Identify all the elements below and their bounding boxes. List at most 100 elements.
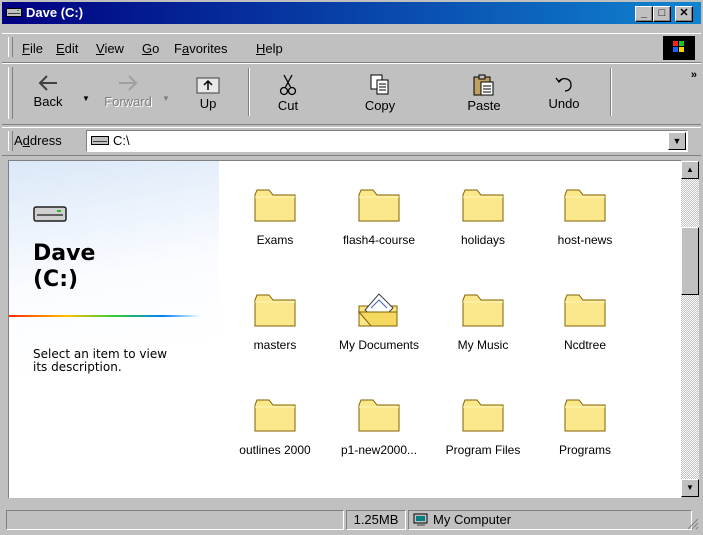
my-computer-icon <box>413 513 428 526</box>
folder-icon <box>564 294 606 327</box>
menu-go-rest: o <box>152 41 160 56</box>
folder-item[interactable]: flash4-course <box>327 187 431 273</box>
copy-button[interactable]: Copy <box>350 68 410 120</box>
undo-label: Undo <box>548 96 580 111</box>
folder-label: Programs <box>558 443 611 457</box>
up-label: Up <box>199 96 217 111</box>
drive-icon <box>6 8 22 17</box>
scroll-thumb[interactable] <box>681 227 699 295</box>
folder-icon <box>358 399 400 432</box>
up-folder-icon <box>196 77 220 94</box>
folder-item[interactable]: My Music <box>431 292 535 378</box>
paste-label: Paste <box>467 98 501 113</box>
drive-title-line2: (C:) <box>33 267 79 292</box>
menu-favorites-rest: vorites <box>189 41 228 56</box>
menu-edit-mnemonic: E <box>56 41 65 56</box>
forward-dropdown-icon[interactable]: ▼ <box>162 94 170 103</box>
forward-button[interactable]: Forward <box>98 68 158 120</box>
folder-icon <box>254 189 296 222</box>
folder-icon <box>462 189 504 222</box>
folder-label: p1-new2000... <box>340 443 418 457</box>
menu-file-mnemonic: F <box>22 41 30 56</box>
item-description: Select an item to view its description. <box>33 347 168 374</box>
paste-button[interactable]: Paste <box>454 68 514 120</box>
cut-button[interactable]: Cut <box>258 68 318 120</box>
menu-edit[interactable]: Edit <box>56 41 78 56</box>
toolbar-grip[interactable] <box>8 67 13 119</box>
folder-item[interactable]: holidays <box>431 187 535 273</box>
address-bar: Address C:\ ▼ <box>2 127 701 156</box>
toolbar-separator-end <box>610 68 612 116</box>
back-dropdown-icon[interactable]: ▼ <box>82 94 90 103</box>
folder-icon <box>564 189 606 222</box>
menu-file[interactable]: File <box>22 41 43 56</box>
title-bar[interactable]: Dave (C:) _ □ ✕ <box>2 2 701 24</box>
folder-label: outlines 2000 <box>239 443 311 457</box>
folder-label: Ncdtree <box>563 338 607 352</box>
folder-item[interactable]: masters <box>223 292 327 378</box>
standard-toolbar: Back ▼ Forward ▼ Up Cut Copy Paste Undo … <box>2 63 701 125</box>
menu-grip[interactable] <box>8 37 13 57</box>
folder-item[interactable]: Ncdtree <box>533 292 637 378</box>
folder-item[interactable]: Exams <box>223 187 327 273</box>
folder-item[interactable]: outlines 2000 <box>223 397 327 483</box>
close-button[interactable]: ✕ <box>675 6 693 22</box>
hard-drive-icon <box>33 206 67 222</box>
resize-grip-icon[interactable] <box>687 518 699 530</box>
status-pane-text <box>6 510 344 530</box>
maximize-button[interactable]: □ <box>653 6 671 22</box>
clipboard-icon <box>473 74 494 96</box>
folder-label: Program Files <box>445 443 521 457</box>
address-label-rest: dress <box>29 133 62 148</box>
my-documents-item[interactable]: My Documents <box>327 292 431 378</box>
scroll-down-button[interactable]: ▼ <box>681 479 699 497</box>
folder-label: flash4-course <box>342 233 416 247</box>
menu-favorites[interactable]: Favorites <box>174 41 227 56</box>
folder-item[interactable]: Program Files <box>431 397 535 483</box>
back-button[interactable]: Back <box>18 68 78 120</box>
menu-bar: File Edit View Go Favorites Help <box>2 33 701 63</box>
back-arrow-icon <box>38 75 57 91</box>
panel-divider <box>9 315 201 317</box>
folder-icon <box>462 294 504 327</box>
menu-go[interactable]: Go <box>142 41 159 56</box>
menu-favorites-pre: F <box>174 41 182 56</box>
scroll-up-button[interactable]: ▲ <box>681 161 699 179</box>
web-view-panel: Dave (C:) Select an item to view its des… <box>9 161 219 498</box>
menu-help[interactable]: Help <box>256 41 283 56</box>
folder-item[interactable]: host-news <box>533 187 637 273</box>
copy-icon <box>370 74 389 95</box>
drive-title-line1: Dave <box>33 241 96 266</box>
cut-label: Cut <box>277 98 299 113</box>
toolbar-more-chevron[interactable]: » <box>691 69 697 81</box>
address-input[interactable]: C:\ ▼ <box>86 130 688 152</box>
folder-item[interactable]: p1-new2000... <box>327 397 431 483</box>
undo-icon <box>555 77 572 92</box>
address-label-mnemonic: d <box>22 133 30 148</box>
drive-icon <box>91 136 109 145</box>
address-label: Address <box>14 133 62 148</box>
toolbar-separator <box>248 68 250 116</box>
back-label: Back <box>33 94 63 109</box>
folder-label: My Music <box>457 338 509 352</box>
my-documents-icon <box>357 293 398 327</box>
folder-icon <box>358 189 400 222</box>
undo-button[interactable]: Undo <box>534 68 594 120</box>
address-dropdown-button[interactable]: ▼ <box>668 132 686 150</box>
status-size: 1.25MB <box>346 510 406 530</box>
folder-label: holidays <box>460 233 506 247</box>
folder-item[interactable]: Programs <box>533 397 637 483</box>
address-value: C:\ <box>113 133 130 148</box>
folder-label: masters <box>253 338 297 352</box>
folder-label: host-news <box>557 233 613 247</box>
minimize-button[interactable]: _ <box>635 6 653 22</box>
my-documents-label: My Documents <box>338 338 420 352</box>
menu-go-mnemonic: G <box>142 41 153 56</box>
folder-icon <box>254 294 296 327</box>
address-grip[interactable] <box>8 131 13 151</box>
window-title: Dave (C:) <box>26 5 84 20</box>
vertical-scrollbar[interactable]: ▲ ▼ <box>681 161 699 497</box>
up-button[interactable]: Up <box>178 68 238 120</box>
menu-view[interactable]: View <box>96 41 124 56</box>
address-label-a: A <box>14 133 23 148</box>
